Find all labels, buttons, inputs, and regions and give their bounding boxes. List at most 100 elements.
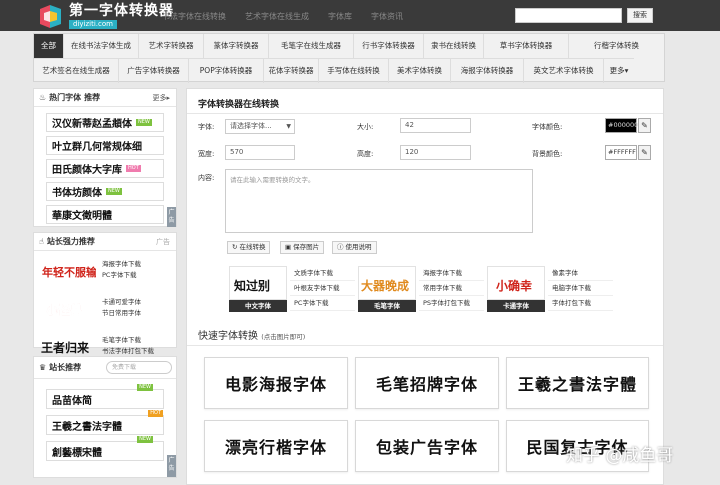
top-nav: 书法字体在线转换 艺术字体在线生成 字体库 字体资讯 (162, 11, 403, 22)
category-item[interactable]: 篆体字转换器 (204, 34, 269, 58)
hot-fonts-more-link[interactable]: 更多▸ (152, 93, 170, 103)
convert-button[interactable]: ↻ 在线转换 (227, 241, 271, 254)
promo-link[interactable]: PC字体下载 (290, 296, 355, 311)
size-input[interactable]: 42 (400, 118, 471, 133)
search-button[interactable]: 搜索 (627, 8, 653, 23)
hot-font-name: 田氏颜体大字库 (52, 165, 122, 176)
category-item[interactable]: 在线书法字体生成 (64, 34, 139, 58)
owner-font-item[interactable]: 王羲之書法字體 HOT (46, 410, 164, 435)
promo-card-label[interactable]: 卡通字体 (487, 300, 545, 312)
color-picker-icon[interactable]: ✎ (638, 145, 651, 160)
help-button[interactable]: ⓘ 使用说明 (332, 241, 377, 254)
category-item[interactable]: 毛笔字在线生成器 (269, 34, 354, 58)
quick-font-card[interactable]: 漂亮行楷字体 (204, 420, 348, 472)
promo-card-image[interactable]: 小确幸 (487, 266, 545, 300)
promo-card-label[interactable]: 毛笔字体 (358, 300, 416, 312)
category-item[interactable]: 行书字体转换器 (354, 34, 424, 58)
ad-tag: 广告 (167, 207, 176, 227)
quick-font-card[interactable]: 包装广告字体 (355, 420, 499, 472)
svg-text:小确幸: 小确幸 (496, 278, 532, 293)
svg-text:王者归来: 王者归来 (41, 340, 90, 355)
promo-link[interactable]: 像素字体 (548, 266, 613, 281)
category-item[interactable]: 艺术签名在线生成器 (34, 59, 119, 83)
promo-link[interactable]: 叶根友字体下载 (290, 281, 355, 296)
site-logo[interactable]: 第一字体转换器 diyiziti.com (38, 3, 174, 29)
nav-font-library[interactable]: 字体库 (328, 11, 352, 22)
quick-font-card[interactable]: 王羲之書法字體 (506, 357, 649, 409)
category-item[interactable]: 美术字体转换 (389, 59, 451, 83)
font-search-input[interactable]: 免费下载 (106, 361, 172, 374)
size-label: 大小: (357, 123, 374, 131)
content-textarea[interactable]: 请在此输入需要转换的文字。 (225, 169, 533, 233)
logo-icon (38, 4, 63, 29)
top-bar: 第一字体转换器 diyiziti.com 书法字体在线转换 艺术字体在线生成 字… (0, 0, 720, 31)
promo-card-image[interactable]: 知过别 (229, 266, 287, 300)
height-label: 高度: (357, 150, 374, 158)
category-all[interactable]: 全部 (34, 34, 64, 58)
quick-font-card[interactable]: 电影海报字体 (204, 357, 348, 409)
save-image-button[interactable]: ▣ 保存图片 (280, 241, 325, 254)
search-input[interactable] (515, 8, 622, 23)
hot-font-item[interactable]: 书体坊颜体 NEW (46, 182, 164, 201)
recommend-row[interactable]: 小怪兽 卡通可爱字体 节日常用字体 (34, 289, 176, 327)
color-picker-icon[interactable]: ✎ (638, 118, 651, 133)
font-color-input[interactable]: #000000 (605, 118, 638, 133)
category-item[interactable]: 海报字体转换器 (451, 59, 524, 83)
promo-link[interactable]: 常用字体下载 (419, 281, 484, 296)
promo-link[interactable]: PS字体打包下载 (419, 296, 484, 311)
category-more[interactable]: 更多▾ (604, 59, 634, 83)
recommend-row[interactable]: 年轻不服输 海报字体下载 PC字体下载 (34, 251, 176, 289)
promo-cards: 知过别 中文字体 文质字体下载 叶根友字体下载 PC字体下载 大器晚成 毛笔字体… (225, 266, 618, 314)
nav-art-fonts[interactable]: 艺术字体在线生成 (245, 11, 309, 22)
promo-link[interactable]: 字体打包下载 (548, 296, 613, 311)
category-item[interactable]: 花体字转换器 (264, 59, 319, 83)
category-item[interactable]: 隶书在线转换 (424, 34, 484, 58)
watermark: 知乎 @咸鱼哥 (566, 446, 674, 466)
hot-font-item[interactable]: 叶立群几何常规体细 (46, 136, 164, 155)
category-item[interactable]: 艺术字转换器 (139, 34, 204, 58)
hot-font-item[interactable]: 田氏颜体大字库 HOT (46, 159, 164, 178)
refresh-icon: ↻ (232, 243, 238, 251)
recommend-panel: ☝ 站长强力推荐 广告 年轻不服输 海报字体下载 PC字体下载 小怪兽 卡通可爱… (33, 232, 177, 355)
promo-card-links: 文质字体下载 叶根友字体下载 PC字体下载 (290, 266, 355, 311)
category-item[interactable]: 行楷字体转换 (569, 34, 664, 58)
font-color-label: 字体颜色: (532, 123, 563, 131)
hot-font-name: 书体坊颜体 (52, 188, 102, 199)
new-badge: NEW (106, 188, 122, 195)
height-input[interactable]: 120 (400, 145, 471, 160)
width-input[interactable]: 570 (225, 145, 295, 160)
hot-fonts-panel: ♨ 热门字体 推荐 更多▸ 汉仪新蒂赵孟頫体 NEW 叶立群几何常规体细 田氏颜… (33, 88, 177, 227)
category-item[interactable]: 手写体在线转换 (319, 59, 389, 83)
new-badge: NEW (137, 436, 153, 443)
recommend-link[interactable]: PC字体下载 (102, 270, 141, 281)
recommend-link[interactable]: 海报字体下载 (102, 259, 141, 270)
font-select-value: 请选择字体... (230, 122, 272, 130)
thumbs-up-icon: ☝ (39, 237, 44, 246)
font-select[interactable]: 请选择字体... ▼ (225, 119, 295, 134)
nav-calligraphy[interactable]: 书法字体在线转换 (162, 11, 226, 22)
category-item[interactable]: 草书字体转换器 (484, 34, 569, 58)
category-item[interactable]: 英文艺术字体转换 (524, 59, 604, 83)
owner-font-item[interactable]: 創藝標宋體 NEW (46, 436, 164, 461)
promo-image[interactable]: 年轻不服输 (40, 255, 98, 285)
recommend-link[interactable]: 卡通可爱字体 (102, 297, 141, 308)
promo-card-image[interactable]: 大器晚成 (358, 266, 416, 300)
nav-font-news[interactable]: 字体资讯 (371, 11, 403, 22)
category-item[interactable]: POP字体转换器 (189, 59, 264, 83)
hot-font-item[interactable]: 汉仪新蒂赵孟頫体 NEW (46, 113, 164, 132)
recommend-link[interactable]: 节日常用字体 (102, 308, 141, 319)
promo-link[interactable]: 文质字体下载 (290, 266, 355, 281)
svg-text:小怪兽: 小怪兽 (46, 302, 82, 317)
category-item[interactable]: 广告字体转换器 (119, 59, 189, 83)
hot-font-item[interactable]: 華康文徵明體 (46, 205, 164, 224)
promo-card-label[interactable]: 中文字体 (229, 300, 287, 312)
bg-color-input[interactable]: #FFFFFF (605, 145, 637, 160)
owner-font-name: 王羲之書法字體 (52, 421, 122, 433)
promo-link[interactable]: 电脑字体下载 (548, 281, 613, 296)
promo-image[interactable]: 小怪兽 (40, 293, 96, 323)
recommend-link[interactable]: 毛笔字体下载 (102, 335, 154, 346)
fire-icon: ♨ (39, 93, 47, 102)
owner-font-item[interactable]: 品苗体简 NEW (46, 384, 164, 409)
quick-font-card[interactable]: 毛笔招牌字体 (355, 357, 499, 409)
promo-link[interactable]: 海报字体下载 (419, 266, 484, 281)
